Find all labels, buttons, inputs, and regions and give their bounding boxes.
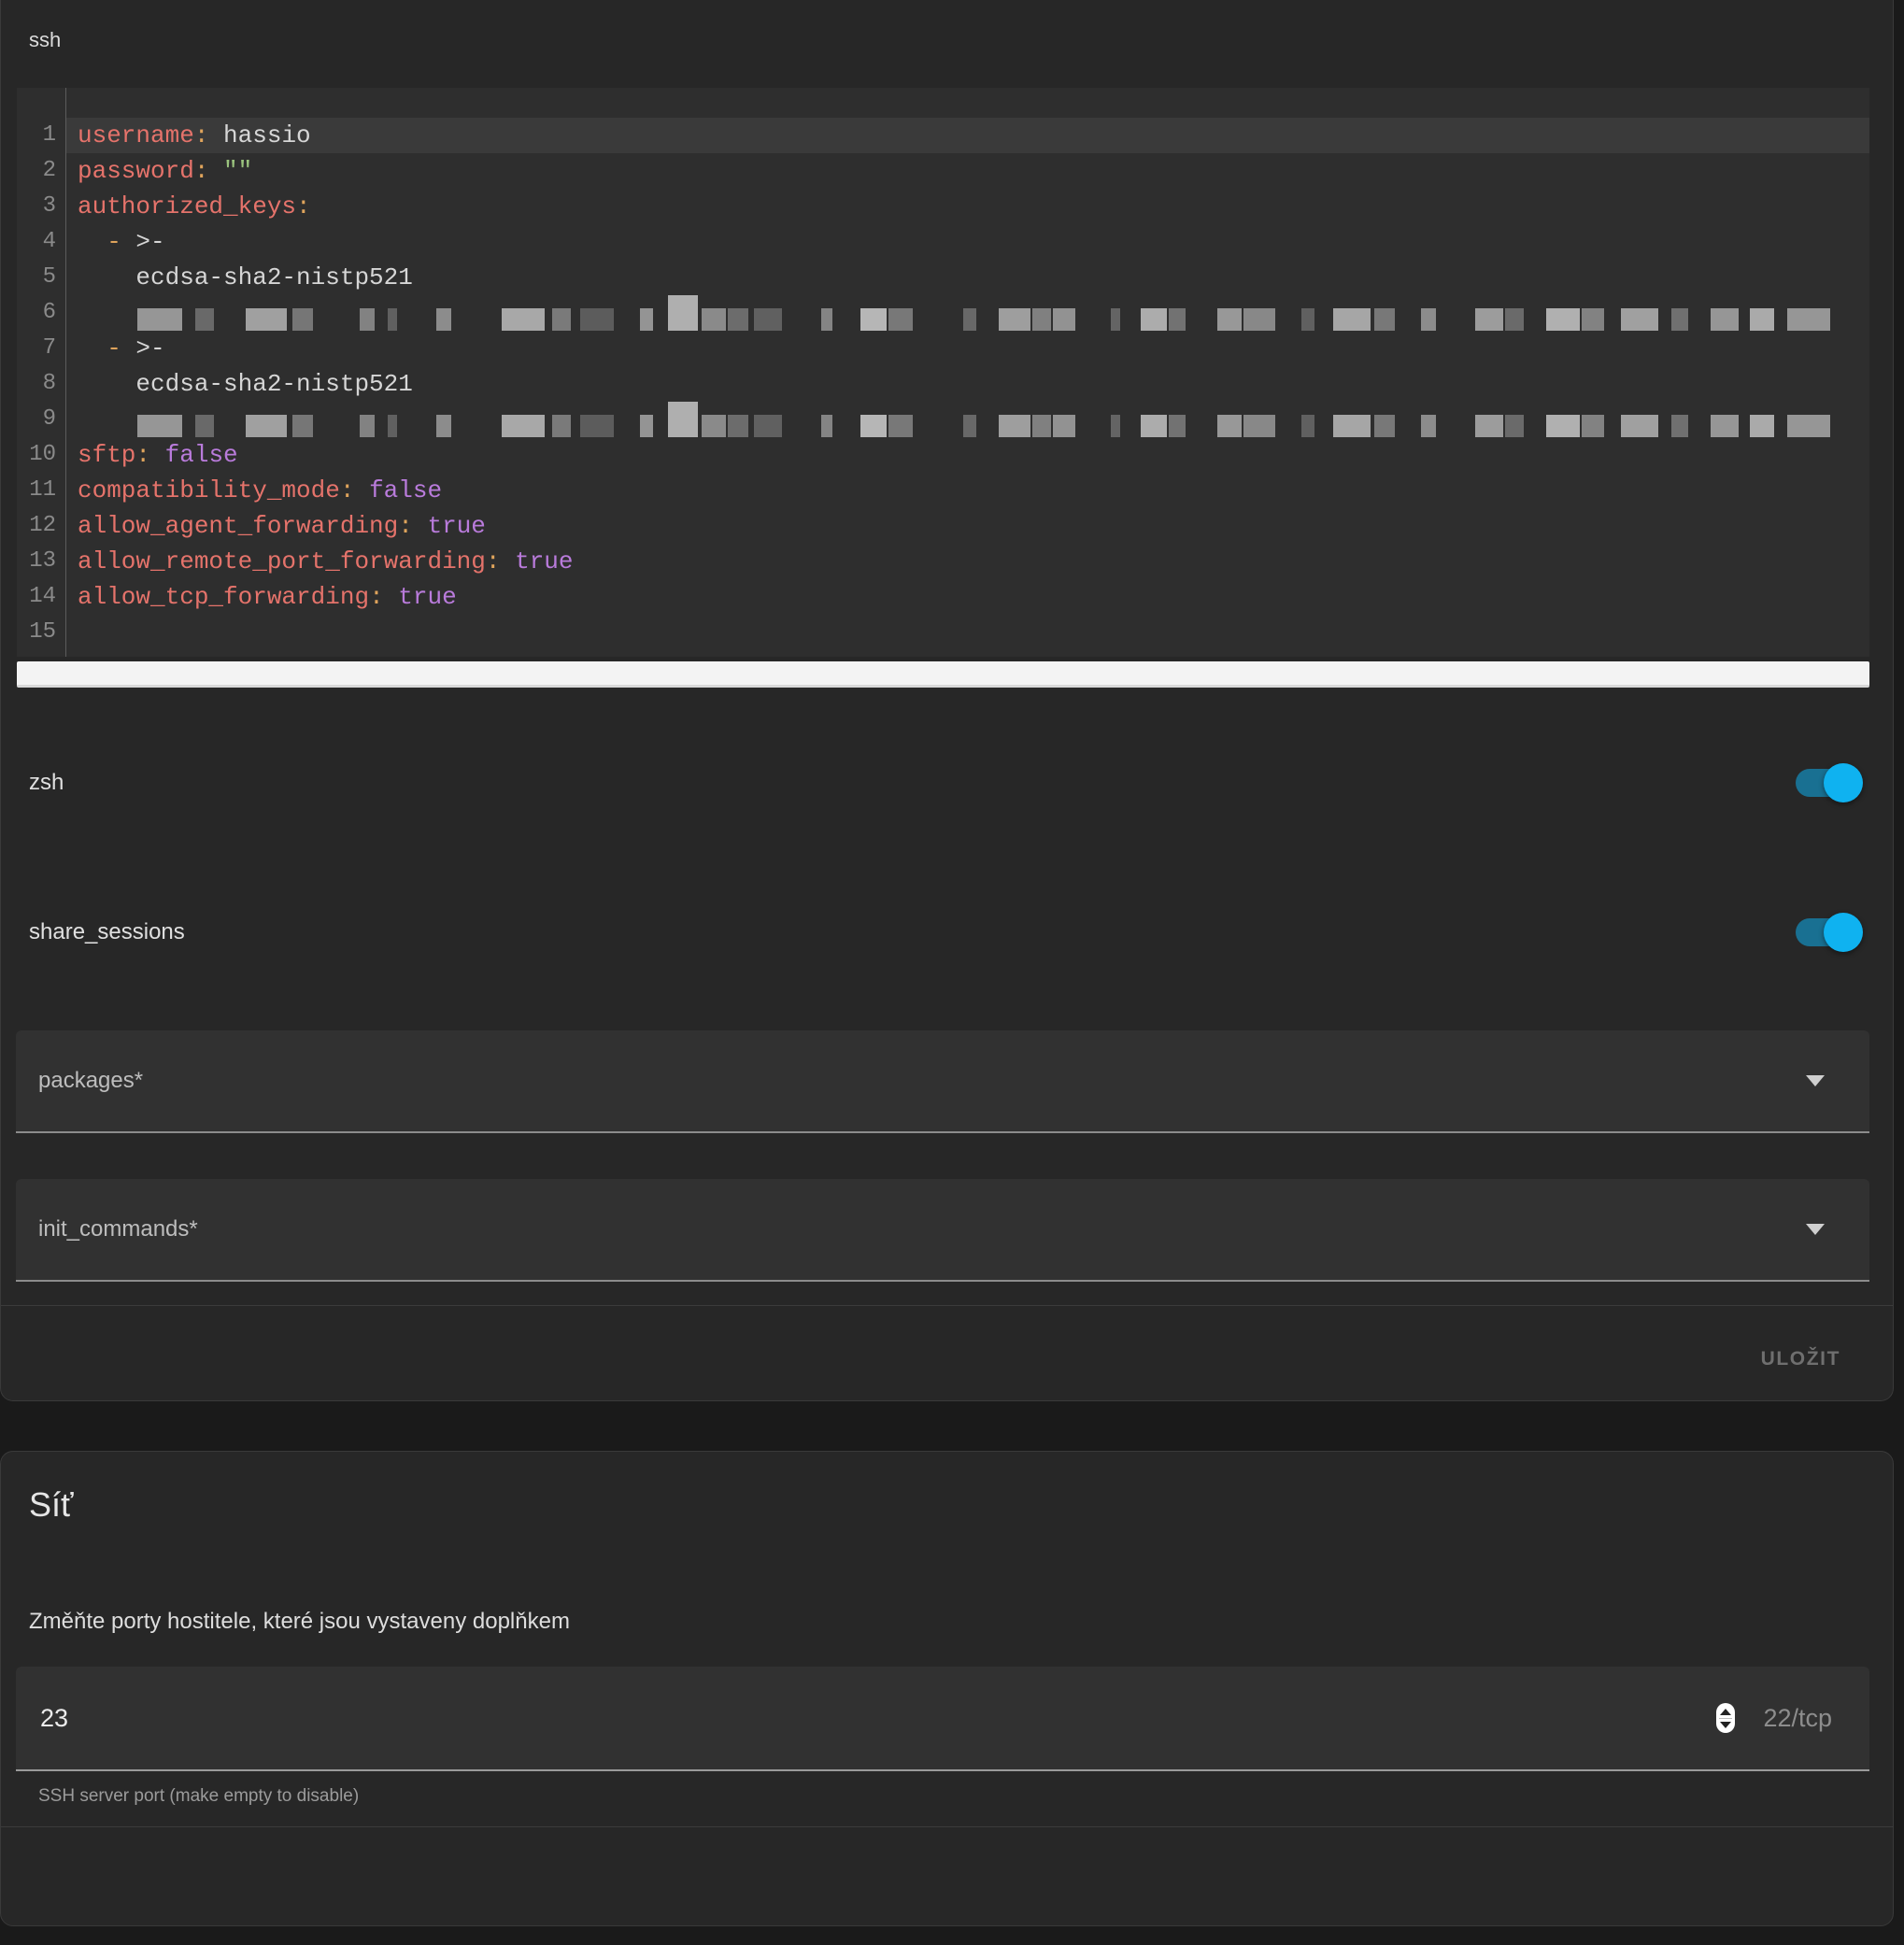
editor-line[interactable]: sftp: false xyxy=(66,437,1869,473)
editor-code[interactable]: username: hassiopassword: ""authorized_k… xyxy=(66,88,1869,657)
stepper-up-icon[interactable] xyxy=(1720,1709,1731,1715)
ssh-port-input[interactable] xyxy=(38,1703,322,1734)
share-sessions-label: share_sessions xyxy=(29,919,185,945)
editor-horizontal-scrollbar[interactable] xyxy=(17,661,1869,688)
editor-line[interactable]: - >- xyxy=(66,331,1869,366)
init-commands-select[interactable]: init_commands* xyxy=(16,1179,1869,1282)
port-default-label: 22/tcp xyxy=(1763,1704,1832,1733)
save-button[interactable]: ULOŽIT xyxy=(1754,1339,1848,1380)
editor-line[interactable] xyxy=(66,615,1869,650)
editor-line[interactable]: password: "" xyxy=(66,153,1869,189)
card-footer-divider xyxy=(1,1826,1893,1827)
line-number: 3 xyxy=(17,189,65,224)
yaml-editor[interactable]: 123456789101112131415 username: hassiopa… xyxy=(17,88,1869,657)
network-card: Síť Změňte porty hostitele, které jsou v… xyxy=(0,1451,1894,1926)
editor-line[interactable]: allow_agent_forwarding: true xyxy=(66,508,1869,544)
toggle-thumb xyxy=(1824,913,1863,952)
ssh-port-field: 22/tcp xyxy=(16,1667,1869,1771)
ssh-field-label: ssh xyxy=(29,28,61,52)
network-description: Změňte porty hostitele, které jsou vysta… xyxy=(29,1609,570,1635)
line-number: 14 xyxy=(17,579,65,615)
line-number: 5 xyxy=(17,260,65,295)
line-number: 9 xyxy=(17,402,65,437)
editor-line[interactable]: ecdsa-sha2-nistp521 xyxy=(66,260,1869,295)
packages-select-label: packages* xyxy=(38,1068,143,1094)
addon-config-page: ssh 123456789101112131415 username: hass… xyxy=(0,0,1904,1945)
line-number: 6 xyxy=(17,295,65,331)
editor-line[interactable]: allow_remote_port_forwarding: true xyxy=(66,544,1869,579)
packages-select[interactable]: packages* xyxy=(16,1030,1869,1133)
zsh-toggle-row: zsh xyxy=(29,747,1861,818)
zsh-toggle[interactable] xyxy=(1796,769,1861,797)
line-number: 15 xyxy=(17,615,65,650)
config-card-actions: ULOŽIT xyxy=(29,1331,1848,1387)
init-commands-select-label: init_commands* xyxy=(38,1216,198,1242)
line-number: 12 xyxy=(17,508,65,544)
editor-line[interactable]: authorized_keys: xyxy=(66,189,1869,224)
network-title: Síť xyxy=(29,1485,74,1525)
line-number: 10 xyxy=(17,437,65,473)
line-number: 1 xyxy=(17,118,65,153)
port-field-right: 22/tcp xyxy=(1716,1703,1832,1733)
line-number: 13 xyxy=(17,544,65,579)
editor-line[interactable] xyxy=(66,295,1869,331)
share-sessions-toggle-row: share_sessions xyxy=(29,897,1861,968)
zsh-label: zsh xyxy=(29,770,64,796)
editor-line[interactable]: compatibility_mode: false xyxy=(66,473,1869,508)
card-footer-divider xyxy=(1,1305,1893,1306)
line-number: 4 xyxy=(17,224,65,260)
port-stepper[interactable] xyxy=(1716,1703,1735,1733)
line-number: 7 xyxy=(17,331,65,366)
stepper-divider xyxy=(1719,1718,1732,1719)
line-number: 2 xyxy=(17,153,65,189)
line-number: 11 xyxy=(17,473,65,508)
chevron-down-icon xyxy=(1806,1075,1825,1086)
editor-line[interactable]: allow_tcp_forwarding: true xyxy=(66,579,1869,615)
stepper-down-icon[interactable] xyxy=(1720,1722,1731,1728)
editor-line[interactable]: - >- xyxy=(66,224,1869,260)
line-number: 8 xyxy=(17,366,65,402)
config-card: ssh 123456789101112131415 username: hass… xyxy=(0,0,1894,1401)
editor-line[interactable]: username: hassio xyxy=(66,118,1869,153)
port-helper-text: SSH server port (make empty to disable) xyxy=(38,1786,359,1807)
chevron-down-icon xyxy=(1806,1224,1825,1235)
editor-line[interactable] xyxy=(66,402,1869,437)
editor-gutter: 123456789101112131415 xyxy=(17,88,66,657)
editor-line[interactable]: ecdsa-sha2-nistp521 xyxy=(66,366,1869,402)
toggle-thumb xyxy=(1824,763,1863,802)
share-sessions-toggle[interactable] xyxy=(1796,918,1861,946)
